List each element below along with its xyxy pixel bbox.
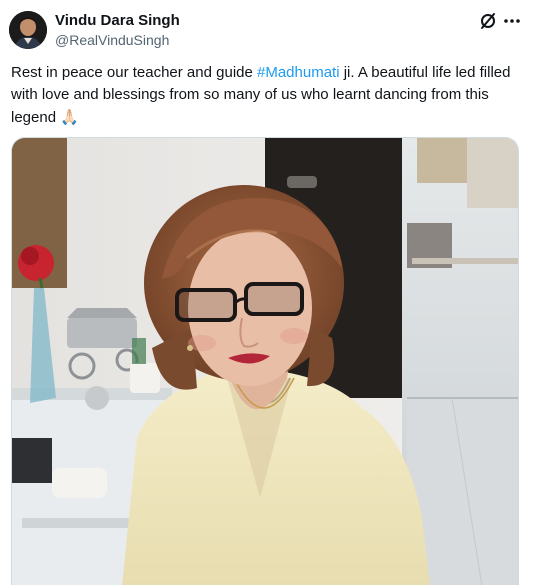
tweet-text: Rest in peace our teacher and guide #Mad…	[11, 62, 523, 129]
tweet[interactable]: Vindu Dara Singh @RealVinduSingh Rest in…	[0, 0, 535, 585]
author-avatar[interactable]	[9, 11, 47, 49]
hashtag-link[interactable]: #Madhumati	[257, 64, 340, 81]
author-handle[interactable]: @RealVinduSingh	[55, 31, 169, 49]
author-name[interactable]: Vindu Dara Singh	[55, 12, 180, 30]
tweet-text-part: Rest in peace our teacher and guide	[11, 64, 257, 81]
folded-hands-emoji: 🙏🏻	[60, 108, 79, 126]
grok-icon[interactable]	[479, 12, 497, 30]
tweet-photo[interactable]	[11, 137, 519, 585]
more-options-icon[interactable]	[502, 12, 522, 30]
